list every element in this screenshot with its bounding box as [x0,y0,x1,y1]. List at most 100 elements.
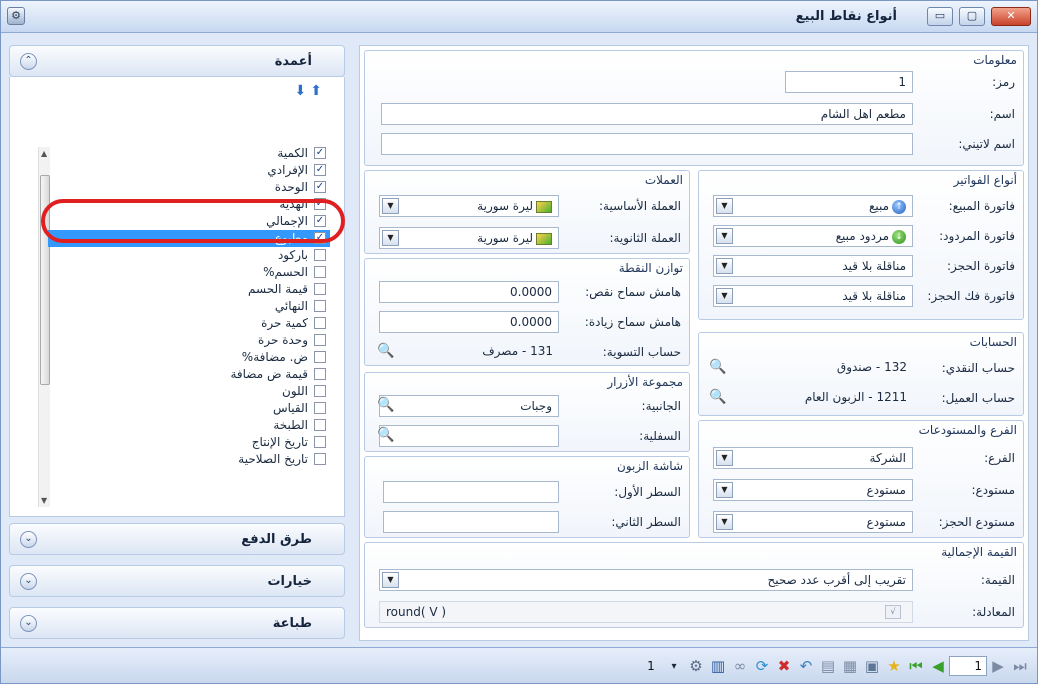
dropdown-icon[interactable]: ▼ [716,288,733,304]
dropdown-icon[interactable]: ▾ [663,661,685,672]
cash-account-input[interactable]: 132 - صندوق [743,357,913,379]
checkbox[interactable] [314,453,326,465]
minus-margin-input[interactable]: 0.0000 [379,281,559,303]
checkbox[interactable]: ✓ [314,147,326,159]
column-item[interactable]: الحسم% [48,264,326,281]
paste-icon[interactable]: ▦ [839,657,861,675]
column-item[interactable]: تاريخ الإنتاج [48,434,326,451]
star-icon[interactable]: ★ [883,657,905,675]
side-buttons-input[interactable]: وجبات [379,395,559,417]
columns-icon[interactable]: ▥ [707,657,729,675]
checkbox[interactable] [314,317,326,329]
dropdown-icon[interactable]: ▼ [716,258,733,274]
column-item[interactable]: قيمة ض مضافة [48,366,326,383]
checkbox[interactable] [314,249,326,261]
return-invoice-select[interactable]: ↓مردود مبيع ▼ [713,225,913,247]
base-currency-select[interactable]: ليرة سورية ▼ [379,195,559,217]
print-header[interactable]: طباعة ⌄ [9,607,345,639]
chevron-down-icon[interactable]: ⌄ [20,573,37,590]
column-item[interactable]: باركود [48,247,326,264]
dropdown-icon[interactable]: ▼ [716,228,733,244]
dropdown-icon[interactable]: ▼ [716,514,733,530]
scroll-up-icon[interactable]: ▲ [41,149,47,158]
column-item[interactable]: اللون [48,383,326,400]
close-button[interactable]: ✕ [991,7,1031,26]
columns-header[interactable]: أعمدة ⌃ [9,45,345,77]
booking-store-select[interactable]: مستودع ▼ [713,511,913,533]
booking-invoice-select[interactable]: مناقلة بلا قيد ▼ [713,255,913,277]
search-icon[interactable]: 🔍 [707,357,729,377]
scroll-down-icon[interactable]: ▼ [41,496,47,505]
chevron-up-icon[interactable]: ⌃ [20,53,37,70]
dropdown-icon[interactable]: ▼ [382,198,399,214]
arrow-down-icon[interactable]: ⬇ [295,83,311,99]
minimize-button[interactable]: ▭ [927,7,953,26]
previous-record-icon[interactable]: ◀ [927,657,949,675]
dropdown-icon[interactable]: ▼ [382,572,399,588]
column-item[interactable]: النهائي [48,298,326,315]
column-item[interactable]: ✓ الكمية [48,145,326,162]
refresh-icon[interactable]: ⟳ [751,657,773,675]
maximize-button[interactable]: ▢ [959,7,985,26]
latin-name-input[interactable] [381,133,913,155]
settle-account-input[interactable]: 131 - مصرف [379,341,559,363]
page-number-input[interactable]: 1 [949,656,987,676]
search-icon[interactable]: 🔍 [707,387,729,407]
checkbox[interactable] [314,300,326,312]
second-currency-select[interactable]: ليرة سورية ▼ [379,227,559,249]
link-icon[interactable]: ∞ [729,657,751,675]
checkbox[interactable]: ✓ [314,164,326,176]
settings-icon[interactable]: ⚙ [685,657,707,675]
undo-icon[interactable]: ↶ [795,657,817,675]
options-header[interactable]: خيارات ⌄ [9,565,345,597]
checkbox[interactable] [314,385,326,397]
rounding-select[interactable]: تقريب إلى أقرب عدد صحيح ▼ [379,569,913,591]
plus-margin-input[interactable]: 0.0000 [379,311,559,333]
checkbox[interactable]: ✓ [314,181,326,193]
column-item[interactable]: ✓ الوحدة [48,179,326,196]
formula-input[interactable]: round( V ) [379,601,913,623]
delete-icon[interactable]: ✖ [773,657,795,675]
column-item[interactable]: ✓ الإفرادي [48,162,326,179]
sale-invoice-select[interactable]: ↑مبيع ▼ [713,195,913,217]
checkbox[interactable] [314,419,326,431]
checkbox[interactable] [314,368,326,380]
dropdown-icon[interactable]: ▼ [716,198,733,214]
chevron-down-icon[interactable]: ⌄ [20,615,37,632]
column-item[interactable]: تاريخ الصلاحية [48,451,326,468]
formula-editor-icon[interactable]: √ [885,605,901,619]
column-item[interactable]: ض. مضافة% [48,349,326,366]
column-item[interactable]: وحدة حرة [48,332,326,349]
payment-header[interactable]: طرق الدفع ⌄ [9,523,345,555]
column-item[interactable]: قيمة الحسم [48,281,326,298]
save-icon[interactable]: ▣ [861,657,883,675]
last-record-icon[interactable]: ⏭ [1009,657,1031,675]
column-item[interactable]: الطبخة [48,417,326,434]
checkbox[interactable] [314,402,326,414]
checkbox[interactable] [314,266,326,278]
search-icon[interactable]: 🔍 [375,425,397,445]
branch-select[interactable]: الشركة ▼ [713,447,913,469]
next-record-icon[interactable]: ▶ [987,657,1009,675]
checkbox[interactable] [314,436,326,448]
dropdown-icon[interactable]: ▼ [716,450,733,466]
first-record-icon[interactable]: ⏮ [905,657,927,675]
chevron-down-icon[interactable]: ⌄ [20,531,37,548]
checkbox[interactable] [314,351,326,363]
client-account-input[interactable]: 1211 - الزبون العام [743,387,913,409]
search-icon[interactable]: 🔍 [375,341,397,361]
first-line-input[interactable] [383,481,559,503]
checkbox[interactable] [314,283,326,295]
name-input[interactable]: مطعم اهل الشام [381,103,913,125]
arrow-up-icon[interactable]: ⬆ [310,83,326,99]
code-input[interactable]: 1 [785,71,913,93]
second-line-input[interactable] [383,511,559,533]
search-icon[interactable]: 🔍 [375,395,397,415]
dropdown-icon[interactable]: ▼ [716,482,733,498]
copy-icon[interactable]: ▤ [817,657,839,675]
column-item[interactable]: كمية حرة [48,315,326,332]
unbook-invoice-select[interactable]: مناقلة بلا قيد ▼ [713,285,913,307]
column-item[interactable]: القياس [48,400,326,417]
bottom-buttons-input[interactable] [379,425,559,447]
dropdown-icon[interactable]: ▼ [382,230,399,246]
